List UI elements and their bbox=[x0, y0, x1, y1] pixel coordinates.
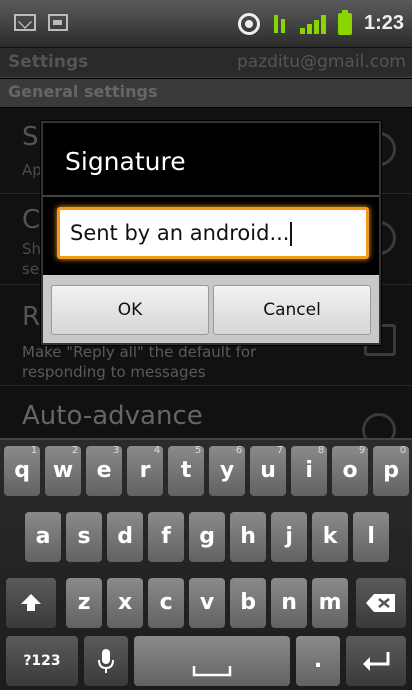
key-m[interactable]: m bbox=[312, 578, 349, 628]
setting-subtitle: se bbox=[22, 260, 40, 278]
enter-key[interactable] bbox=[346, 636, 406, 686]
space-icon bbox=[192, 666, 232, 677]
text-cursor bbox=[290, 222, 293, 246]
soft-keyboard: 1q2w3e4r5t6y7u8i9o0p asdfghjkl zxcvbnm ?… bbox=[0, 438, 412, 690]
microphone-icon bbox=[98, 649, 114, 673]
key-number-hint: 4 bbox=[153, 445, 161, 456]
key-number-hint: 0 bbox=[399, 445, 407, 456]
key-y[interactable]: 6y bbox=[209, 445, 246, 496]
key-n[interactable]: n bbox=[271, 578, 308, 628]
key-p[interactable]: 0p bbox=[373, 445, 410, 496]
setting-title: R bbox=[22, 302, 41, 332]
data-icon bbox=[272, 13, 288, 35]
dialog-button-bar: OK Cancel bbox=[43, 275, 379, 343]
mail-icon bbox=[14, 14, 36, 31]
key-number-hint: 5 bbox=[194, 445, 202, 456]
screen-title: Settings bbox=[8, 52, 89, 72]
backspace-icon bbox=[366, 594, 395, 612]
setting-subtitle: Sh bbox=[22, 240, 42, 258]
key-number-hint: 9 bbox=[358, 445, 366, 456]
ok-button[interactable]: OK bbox=[51, 285, 209, 335]
key-g[interactable]: g bbox=[189, 512, 226, 562]
shift-key[interactable] bbox=[6, 578, 56, 628]
gps-icon bbox=[237, 12, 260, 35]
key-o[interactable]: 9o bbox=[332, 445, 369, 496]
clock: 1:23 bbox=[363, 12, 404, 34]
period-key[interactable]: . bbox=[296, 636, 340, 686]
key-u[interactable]: 7u bbox=[250, 445, 287, 496]
key-label: i bbox=[305, 458, 313, 483]
cancel-button[interactable]: Cancel bbox=[213, 285, 371, 335]
key-i[interactable]: 8i bbox=[291, 445, 328, 496]
key-number-hint: 2 bbox=[71, 445, 79, 456]
key-label: p bbox=[383, 458, 399, 483]
setting-subtitle: Make "Reply all" the default for bbox=[22, 343, 257, 361]
dialog-title: Signature bbox=[65, 147, 186, 176]
key-label: q bbox=[14, 458, 30, 483]
key-l[interactable]: l bbox=[353, 512, 390, 562]
key-number-hint: 3 bbox=[112, 445, 120, 456]
space-key[interactable] bbox=[134, 636, 290, 686]
key-j[interactable]: j bbox=[271, 512, 308, 562]
battery-icon bbox=[337, 9, 352, 35]
key-z[interactable]: z bbox=[66, 578, 103, 628]
signature-input-value: Sent by an android... bbox=[70, 221, 290, 245]
key-label: o bbox=[342, 458, 358, 483]
key-w[interactable]: 2w bbox=[45, 445, 82, 496]
status-bar: 1:23 bbox=[0, 0, 412, 48]
key-d[interactable]: d bbox=[107, 512, 144, 562]
title-bar: Settings pazditu@gmail.com bbox=[0, 48, 412, 78]
key-label: t bbox=[180, 458, 192, 483]
document-icon bbox=[48, 14, 68, 31]
key-number-hint: 8 bbox=[317, 445, 325, 456]
key-label: u bbox=[260, 458, 276, 483]
setting-title: C bbox=[22, 205, 41, 235]
shift-icon bbox=[21, 594, 41, 611]
key-f[interactable]: f bbox=[148, 512, 185, 562]
key-number-hint: 1 bbox=[30, 445, 38, 456]
key-label: e bbox=[96, 458, 112, 483]
setting-title: Auto-advance bbox=[22, 401, 203, 431]
key-label: w bbox=[52, 458, 74, 483]
key-q[interactable]: 1q bbox=[4, 445, 41, 496]
key-a[interactable]: a bbox=[25, 512, 62, 562]
key-number-hint: 6 bbox=[235, 445, 243, 456]
key-x[interactable]: x bbox=[107, 578, 144, 628]
key-number-hint: 7 bbox=[276, 445, 284, 456]
signature-dialog: Signature Sent by an android... OK Cance… bbox=[41, 121, 381, 345]
key-t[interactable]: 5t bbox=[168, 445, 205, 496]
setting-row-auto-advance[interactable]: Auto-advance bbox=[0, 387, 412, 447]
section-title: General settings bbox=[8, 82, 158, 101]
key-b[interactable]: b bbox=[230, 578, 267, 628]
key-label: r bbox=[139, 458, 151, 483]
key-label: y bbox=[219, 458, 235, 483]
key-k[interactable]: k bbox=[312, 512, 349, 562]
signature-input[interactable]: Sent by an android... bbox=[57, 207, 369, 259]
key-c[interactable]: c bbox=[148, 578, 185, 628]
key-v[interactable]: v bbox=[189, 578, 226, 628]
signal-icon bbox=[299, 14, 326, 34]
key-s[interactable]: s bbox=[66, 512, 103, 562]
enter-icon bbox=[363, 652, 390, 671]
symbols-key[interactable]: ?123 bbox=[6, 636, 78, 686]
setting-subtitle: Ap bbox=[22, 161, 42, 179]
microphone-key[interactable] bbox=[84, 636, 128, 686]
dialog-divider bbox=[43, 195, 379, 197]
backspace-key[interactable] bbox=[356, 578, 406, 628]
key-e[interactable]: 3e bbox=[86, 445, 123, 496]
key-r[interactable]: 4r bbox=[127, 445, 164, 496]
setting-subtitle: responding to messages bbox=[22, 363, 206, 381]
section-header: General settings bbox=[0, 79, 412, 107]
key-h[interactable]: h bbox=[230, 512, 267, 562]
account-email: pazditu@gmail.com bbox=[236, 52, 406, 72]
